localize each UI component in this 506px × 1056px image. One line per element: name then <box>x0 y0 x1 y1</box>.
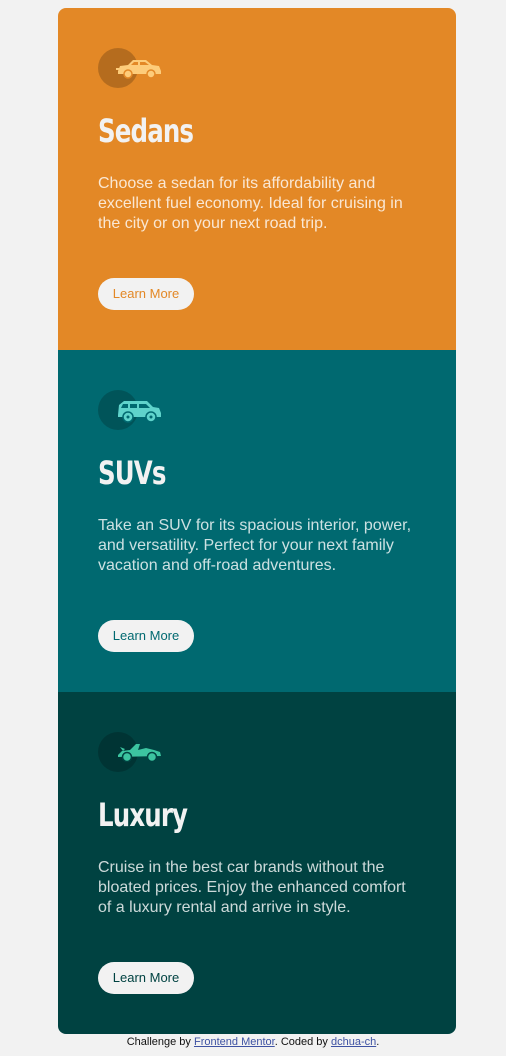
attribution: Challenge by Frontend Mentor. Coded by d… <box>0 1034 506 1050</box>
learn-more-button[interactable]: Learn More <box>98 278 194 310</box>
card-title: SUVs <box>98 454 166 492</box>
card-description: Take an SUV for its spacious interior, p… <box>98 517 412 574</box>
luxury-car-icon <box>118 744 161 763</box>
icon-wrap <box>98 732 164 772</box>
attribution-middle: . Coded by <box>274 1036 331 1048</box>
attribution-suffix: . <box>376 1036 380 1048</box>
frontend-mentor-link[interactable]: Frontend Mentor <box>194 1036 275 1048</box>
card-title: Sedans <box>98 112 194 150</box>
suv-icon <box>118 401 161 423</box>
card-sedans: Sedans Choose a sedan for its affordabil… <box>58 8 456 350</box>
icon-wrap <box>98 390 164 430</box>
learn-more-button[interactable]: Learn More <box>98 962 194 994</box>
card-title: Luxury <box>98 796 188 834</box>
card-description: Choose a sedan for its affordability and… <box>98 175 403 232</box>
author-link[interactable]: dchua-ch <box>331 1036 376 1048</box>
card-luxury: Luxury Cruise in the best car brands wit… <box>58 692 456 1034</box>
learn-more-button[interactable]: Learn More <box>98 620 194 652</box>
cards-container: Sedans Choose a sedan for its affordabil… <box>58 8 456 1034</box>
attribution-prefix: Challenge by <box>126 1036 194 1048</box>
card-description: Cruise in the best car brands without th… <box>98 859 406 916</box>
icon-wrap <box>98 48 164 88</box>
card-suvs: SUVs Take an SUV for its spacious interi… <box>58 350 456 692</box>
sedan-icon <box>116 60 161 79</box>
